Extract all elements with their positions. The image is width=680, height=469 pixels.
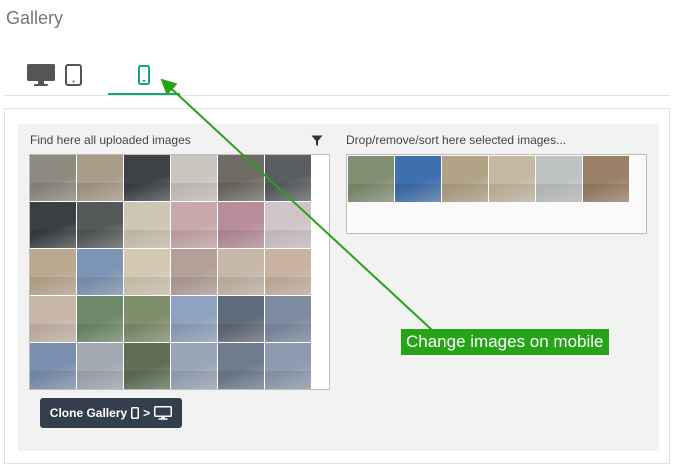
clone-gallery-separator: > — [143, 406, 151, 420]
image-thumbnail[interactable] — [124, 343, 170, 389]
image-thumbnail[interactable] — [30, 343, 76, 389]
image-thumbnail[interactable] — [77, 343, 123, 389]
image-thumbnail[interactable] — [218, 202, 264, 248]
mobile-icon — [131, 407, 140, 419]
image-thumbnail[interactable] — [171, 343, 217, 389]
image-thumbnail[interactable] — [348, 156, 394, 202]
tab-desktop[interactable] — [24, 55, 58, 95]
tab-mobile[interactable] — [108, 55, 180, 95]
image-thumbnail[interactable] — [77, 155, 123, 201]
image-thumbnail[interactable] — [171, 155, 217, 201]
image-thumbnail[interactable] — [218, 155, 264, 201]
image-thumbnail[interactable] — [583, 156, 629, 202]
device-tabs — [0, 55, 680, 97]
image-thumbnail[interactable] — [265, 296, 311, 342]
selected-images-dropzone[interactable] — [346, 154, 647, 234]
image-thumbnail[interactable] — [30, 249, 76, 295]
image-thumbnail[interactable] — [30, 296, 76, 342]
image-thumbnail[interactable] — [77, 202, 123, 248]
uploaded-images-label: Find here all uploaded images — [30, 133, 191, 147]
image-thumbnail[interactable] — [124, 249, 170, 295]
annotation-callout: Change images on mobile — [401, 329, 609, 355]
uploaded-images-grid[interactable] — [29, 154, 330, 390]
gallery-panel: Find here all uploaded images Drop/remov… — [18, 124, 659, 451]
selected-images-label: Drop/remove/sort here selected images... — [346, 133, 567, 147]
image-thumbnail[interactable] — [265, 249, 311, 295]
tabs-divider — [4, 95, 670, 96]
image-thumbnail[interactable] — [265, 343, 311, 389]
image-thumbnail[interactable] — [395, 156, 441, 202]
image-thumbnail[interactable] — [124, 155, 170, 201]
image-thumbnail[interactable] — [77, 249, 123, 295]
image-thumbnail[interactable] — [124, 202, 170, 248]
tablet-icon — [64, 64, 82, 86]
image-thumbnail[interactable] — [536, 156, 582, 202]
image-thumbnail[interactable] — [77, 296, 123, 342]
image-thumbnail[interactable] — [218, 343, 264, 389]
clone-gallery-button[interactable]: Clone Gallery > — [40, 398, 182, 428]
image-thumbnail[interactable] — [489, 156, 535, 202]
clone-gallery-label: Clone Gallery — [49, 406, 128, 420]
image-thumbnail[interactable] — [218, 296, 264, 342]
mobile-icon — [138, 65, 150, 85]
selected-thumbnails — [347, 155, 646, 203]
image-thumbnail[interactable] — [30, 202, 76, 248]
tab-tablet[interactable] — [62, 55, 84, 95]
image-thumbnail[interactable] — [171, 296, 217, 342]
image-thumbnail[interactable] — [124, 296, 170, 342]
desktop-icon — [154, 406, 173, 420]
desktop-icon — [27, 64, 55, 86]
image-thumbnail[interactable] — [442, 156, 488, 202]
image-thumbnail[interactable] — [171, 249, 217, 295]
image-thumbnail[interactable] — [265, 202, 311, 248]
image-thumbnail[interactable] — [171, 202, 217, 248]
page-title: Gallery — [6, 8, 64, 28]
image-thumbnail[interactable] — [218, 249, 264, 295]
image-thumbnail[interactable] — [265, 155, 311, 201]
image-thumbnail[interactable] — [30, 155, 76, 201]
filter-icon[interactable] — [311, 135, 323, 147]
uploaded-thumbnails — [30, 155, 329, 389]
